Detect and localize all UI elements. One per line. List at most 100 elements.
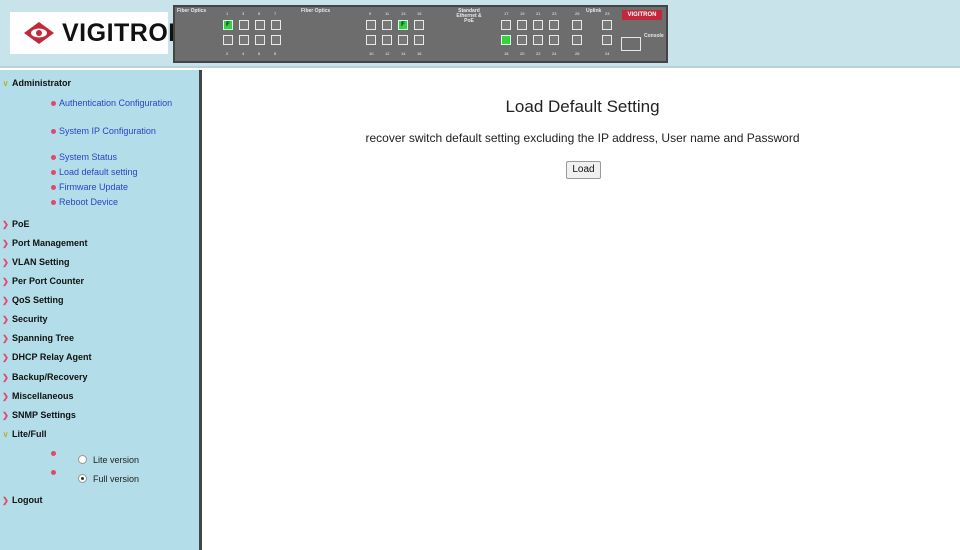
menu-lite-full[interactable]: ∨ Lite/Full: [0, 426, 198, 442]
menu-logout[interactable]: ❯ Logout: [0, 492, 198, 508]
switch-port: [255, 20, 265, 30]
collapsed-arrow-icon: ❯: [2, 334, 9, 343]
vigitron-logo: VIGITRON: [10, 12, 186, 54]
menu-label: QoS Setting: [12, 295, 64, 305]
switch-port: [239, 20, 249, 30]
main-content: Load Default Setting recover switch defa…: [205, 70, 960, 550]
switch-port: [414, 20, 424, 30]
bullet-icon: [51, 129, 56, 134]
menu-port-management[interactable]: ❯ Port Management: [0, 235, 198, 251]
menu-label: Spanning Tree: [12, 333, 75, 343]
collapsed-arrow-icon: ❯: [2, 220, 9, 229]
menu-dhcp-relay-agent[interactable]: ❯ DHCP Relay Agent: [0, 349, 198, 365]
collapsed-arrow-icon: ❯: [2, 296, 9, 305]
switch-port: [398, 35, 408, 45]
port-number: 25: [575, 11, 580, 16]
switch-port: [366, 20, 376, 30]
submenu-system-status[interactable]: System Status: [51, 152, 179, 163]
port-number: 5: [258, 11, 261, 16]
switch-front-panel: Fiber Optics Fiber Optics Standard Ether…: [173, 5, 668, 63]
submenu-label: System IP Configuration: [59, 126, 156, 136]
submenu-label: Firmware Update: [59, 182, 129, 192]
port-number: 17: [504, 11, 509, 16]
port-number: 11: [385, 11, 390, 16]
bullet-icon: [51, 170, 56, 175]
submenu-load-default-setting[interactable]: Load default setting: [51, 167, 179, 178]
panel-label-uplink: Uplink: [586, 8, 602, 14]
fiber-port-active: F: [398, 20, 408, 30]
bullet-icon: [51, 451, 56, 456]
menu-security[interactable]: ❯ Security: [0, 311, 198, 327]
menu-snmp-settings[interactable]: ❯ SNMP Settings: [0, 407, 198, 423]
panel-label-console: Console: [644, 33, 664, 39]
menu-label: SNMP Settings: [12, 410, 76, 420]
switch-port: [255, 35, 265, 45]
bullet-icon: [51, 155, 56, 160]
port-number: 4: [242, 51, 245, 56]
switch-port: [501, 20, 511, 30]
page-description: recover switch default setting excluding…: [365, 131, 800, 145]
menu-label: PoE: [12, 219, 30, 229]
port-number: 6: [258, 51, 261, 56]
menu-administrator[interactable]: ∨ Administrator: [0, 75, 198, 91]
port-number: 22: [536, 51, 541, 56]
collapsed-arrow-icon: ❯: [2, 353, 9, 362]
menu-label: Port Management: [12, 238, 88, 248]
sidebar-menu: ∨ Administrator Authentication Configurat…: [0, 70, 202, 550]
menu-spanning-tree[interactable]: ❯ Spanning Tree: [0, 330, 198, 346]
switch-port: [549, 35, 559, 45]
lite-version-radio[interactable]: [78, 455, 87, 465]
menu-qos-setting[interactable]: ❯ QoS Setting: [0, 292, 198, 308]
collapsed-arrow-icon: ❯: [2, 392, 9, 401]
menu-vlan-setting[interactable]: ❯ VLAN Setting: [0, 254, 198, 270]
port-number: 13: [401, 11, 406, 16]
port-number: 24: [605, 51, 610, 56]
switch-port: [239, 35, 249, 45]
load-button[interactable]: Load: [566, 161, 601, 179]
submenu-label: Authentication Configuration: [59, 98, 173, 108]
uplink-port: [602, 35, 612, 45]
port-number: 18: [504, 51, 509, 56]
uplink-port: [572, 35, 582, 45]
port-number: 9: [369, 11, 372, 16]
option-lite-version[interactable]: Lite version: [51, 451, 140, 466]
panel-logo: VIGITRON: [622, 10, 662, 20]
menu-poe[interactable]: ❯ PoE: [0, 216, 198, 232]
menu-per-port-counter[interactable]: ❯ Per Port Counter: [0, 273, 198, 289]
menu-label: Per Port Counter: [12, 276, 85, 286]
collapsed-arrow-icon: ❯: [2, 315, 9, 324]
switch-port: [517, 35, 527, 45]
port-number: 12: [385, 51, 390, 56]
bullet-icon: [51, 101, 56, 106]
port-number: 24: [552, 51, 557, 56]
port-number: 8: [274, 51, 277, 56]
submenu-system-ip-configuration[interactable]: System IP Configuration: [51, 126, 179, 137]
bullet-icon: [51, 470, 56, 475]
port-number: 7: [274, 11, 277, 16]
option-full-version[interactable]: Full version: [51, 470, 139, 485]
submenu-label: Load default setting: [59, 167, 138, 177]
submenu-reboot-device[interactable]: Reboot Device: [51, 197, 179, 208]
port-number: 3: [242, 11, 245, 16]
switch-port: [366, 35, 376, 45]
submenu-authentication-configuration[interactable]: Authentication Configuration: [51, 98, 179, 109]
logo-text: VIGITRON: [62, 19, 187, 47]
vigitron-eye-icon: [24, 22, 54, 44]
submenu-firmware-update[interactable]: Firmware Update: [51, 182, 179, 193]
switch-port: [223, 35, 233, 45]
option-label: Lite version: [93, 455, 140, 465]
menu-miscellaneous[interactable]: ❯ Miscellaneous: [0, 388, 198, 404]
full-version-radio[interactable]: [78, 474, 87, 484]
menu-label: DHCP Relay Agent: [12, 352, 92, 362]
menu-label: Security: [12, 314, 48, 324]
menu-label: Backup/Recovery: [12, 372, 88, 382]
page-title: Load Default Setting: [505, 97, 660, 116]
collapsed-arrow-icon: ❯: [2, 411, 9, 420]
panel-label-fiber-2: Fiber Optics: [301, 8, 331, 14]
bullet-icon: [51, 200, 56, 205]
fiber-port-active: F: [223, 20, 233, 30]
submenu-label: Reboot Device: [59, 197, 119, 207]
expanded-arrow-icon: ∨: [2, 79, 9, 88]
menu-backup-recovery[interactable]: ❯ Backup/Recovery: [0, 369, 198, 385]
menu-label: VLAN Setting: [12, 257, 70, 267]
